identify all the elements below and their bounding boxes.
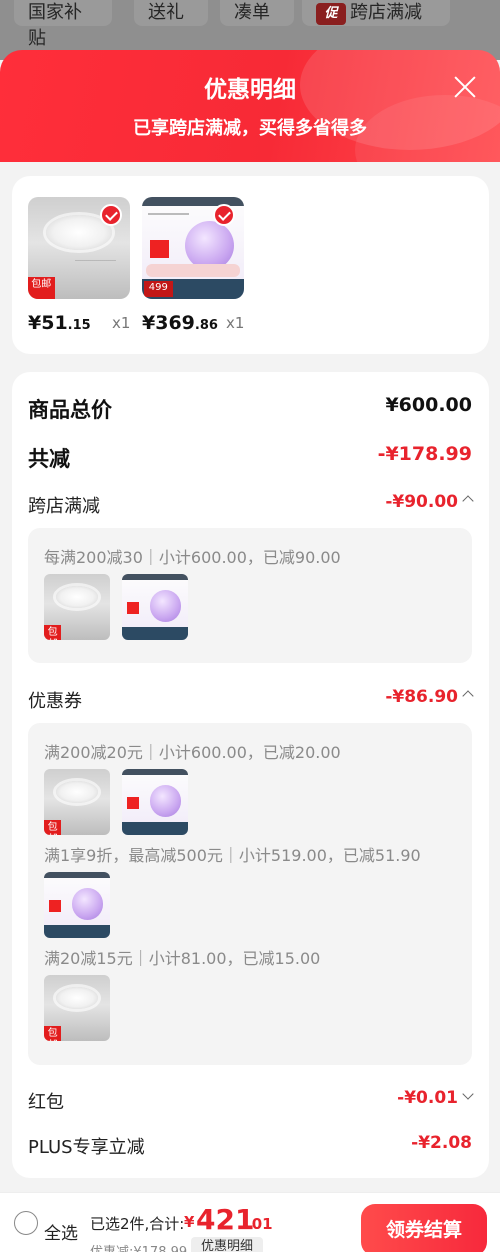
free-shipping-tag: 包邮	[28, 276, 55, 299]
coupon-detail-box: 满200减20元｜小计600.00，已减20.00 包邮 满1享9折，最高减50…	[28, 723, 472, 1065]
price-decimal: .15	[67, 318, 91, 333]
sheet-title: 优惠明细	[204, 77, 296, 103]
mini-thumbnail-mite-remover	[122, 574, 188, 640]
price-integer: ¥369	[142, 312, 195, 334]
total-price-row: 商品总价 ¥600.00	[28, 394, 472, 422]
coupon-amount: -¥86.90	[385, 687, 458, 707]
coupon-value: -¥86.90	[385, 687, 474, 707]
close-icon[interactable]	[450, 72, 480, 102]
total-currency-symbol: ¥	[184, 1213, 195, 1231]
product-image-detail	[146, 264, 240, 277]
total-discount-value: -¥178.99	[377, 443, 472, 465]
cross-store-rule: 每满200减30｜小计600.00，已减90.00	[44, 548, 341, 567]
select-all-label[interactable]: 全选	[44, 1219, 78, 1244]
price-integer: ¥51	[28, 312, 68, 334]
product-card: 包邮 499 ¥51.15 x1 ¥369.86 x1	[12, 176, 489, 354]
red-packet-amount: -¥0.01	[397, 1088, 458, 1108]
product-image-detail	[150, 239, 169, 259]
selected-check-icon[interactable]	[100, 204, 122, 226]
tab-label: 国家补贴	[28, 2, 82, 49]
discount-detail-button[interactable]: 优惠明细	[191, 1237, 263, 1252]
product-quantity: x1	[226, 314, 245, 332]
tab-cross-store[interactable]: 促跨店满减	[302, 0, 450, 26]
tab-national-subsidy[interactable]: 国家补贴	[14, 0, 112, 49]
select-all-radio[interactable]	[14, 1211, 38, 1235]
saved-amount-text: 优惠减:¥178.99	[90, 1241, 187, 1252]
checkout-button[interactable]: 领券结算	[361, 1204, 487, 1252]
coupon-row[interactable]: 优惠券 -¥86.90	[28, 687, 474, 713]
tab-label: 跨店满减	[350, 2, 422, 23]
mini-thumbnail-mite-remover	[44, 872, 110, 938]
free-shipping-tag: 包邮	[44, 820, 62, 835]
coupon-rule: 满20减15元｜小计81.00，已减15.00	[44, 949, 321, 968]
mini-thumbnail-lamp: 包邮	[44, 769, 110, 835]
product-price: ¥369.86	[142, 312, 218, 334]
red-packet-label: 红包	[28, 1092, 64, 1113]
cross-store-label: 跨店满减	[28, 496, 100, 517]
red-packet-row[interactable]: 红包 -¥0.01	[28, 1088, 474, 1114]
discount-detail-header: 优惠明细 已享跨店满减，买得多省得多	[0, 50, 500, 162]
selected-count-text: 已选2件,合计:	[90, 1215, 185, 1233]
coupon-label: 优惠券	[28, 691, 82, 712]
chevron-down-icon	[462, 1088, 474, 1100]
sheet-subtitle: 已享跨店满减，买得多省得多	[133, 118, 367, 139]
plus-discount-row: PLUS专享立减 -¥2.08	[28, 1133, 472, 1159]
tab-gift[interactable]: 送礼	[134, 0, 208, 26]
free-shipping-tag: 包邮	[44, 1026, 62, 1041]
plus-discount-label: PLUS专享立减	[28, 1137, 145, 1158]
total-amount-decimal: .01	[246, 1215, 273, 1233]
product-image-detail	[148, 213, 189, 233]
tab-label: 送礼	[148, 2, 184, 23]
discount-summary-card: 商品总价 ¥600.00 共减 -¥178.99 跨店满减 -¥90.00 每满…	[12, 372, 489, 1178]
cross-store-value: -¥90.00	[385, 492, 474, 512]
total-discount-row: 共减 -¥178.99	[28, 443, 472, 471]
tab-label: 凑单	[234, 2, 270, 23]
cross-store-amount: -¥90.00	[385, 492, 458, 512]
coupon-rule: 满200减20元｜小计600.00，已减20.00	[44, 743, 341, 762]
price-decimal: .86	[194, 318, 218, 333]
product-image-detail	[74, 260, 116, 280]
product-price-tag: 499	[144, 280, 173, 297]
chevron-up-icon	[462, 690, 474, 702]
free-shipping-tag: 包邮	[44, 625, 62, 640]
plus-discount-value: -¥2.08	[411, 1133, 472, 1153]
cross-store-detail-box: 每满200减30｜小计600.00，已减90.00 包邮	[28, 528, 472, 663]
total-price-label: 商品总价	[28, 398, 112, 422]
product-price: ¥51.15	[28, 312, 91, 334]
selected-check-icon[interactable]	[213, 204, 235, 226]
chevron-up-icon	[462, 495, 474, 507]
product-quantity: x1	[112, 314, 131, 332]
product-image-detail	[184, 221, 234, 271]
red-packet-value: -¥0.01	[397, 1088, 474, 1108]
total-discount-label: 共减	[28, 447, 70, 471]
mini-thumbnail-lamp: 包邮	[44, 975, 110, 1041]
mini-thumbnail-mite-remover	[122, 769, 188, 835]
checkout-bar: 全选 已选2件,合计: ¥ 421 .01 优惠减:¥178.99 优惠明细 领…	[0, 1192, 500, 1252]
cross-store-row[interactable]: 跨店满减 -¥90.00	[28, 492, 474, 518]
coupon-rule: 满1享9折，最高减500元｜小计519.00，已减51.90	[44, 846, 421, 865]
mini-thumbnail-lamp: 包邮	[44, 574, 110, 640]
total-price-value: ¥600.00	[385, 394, 472, 416]
tab-add-on[interactable]: 凑单	[220, 0, 294, 26]
promo-badge-icon: 促	[316, 3, 346, 25]
